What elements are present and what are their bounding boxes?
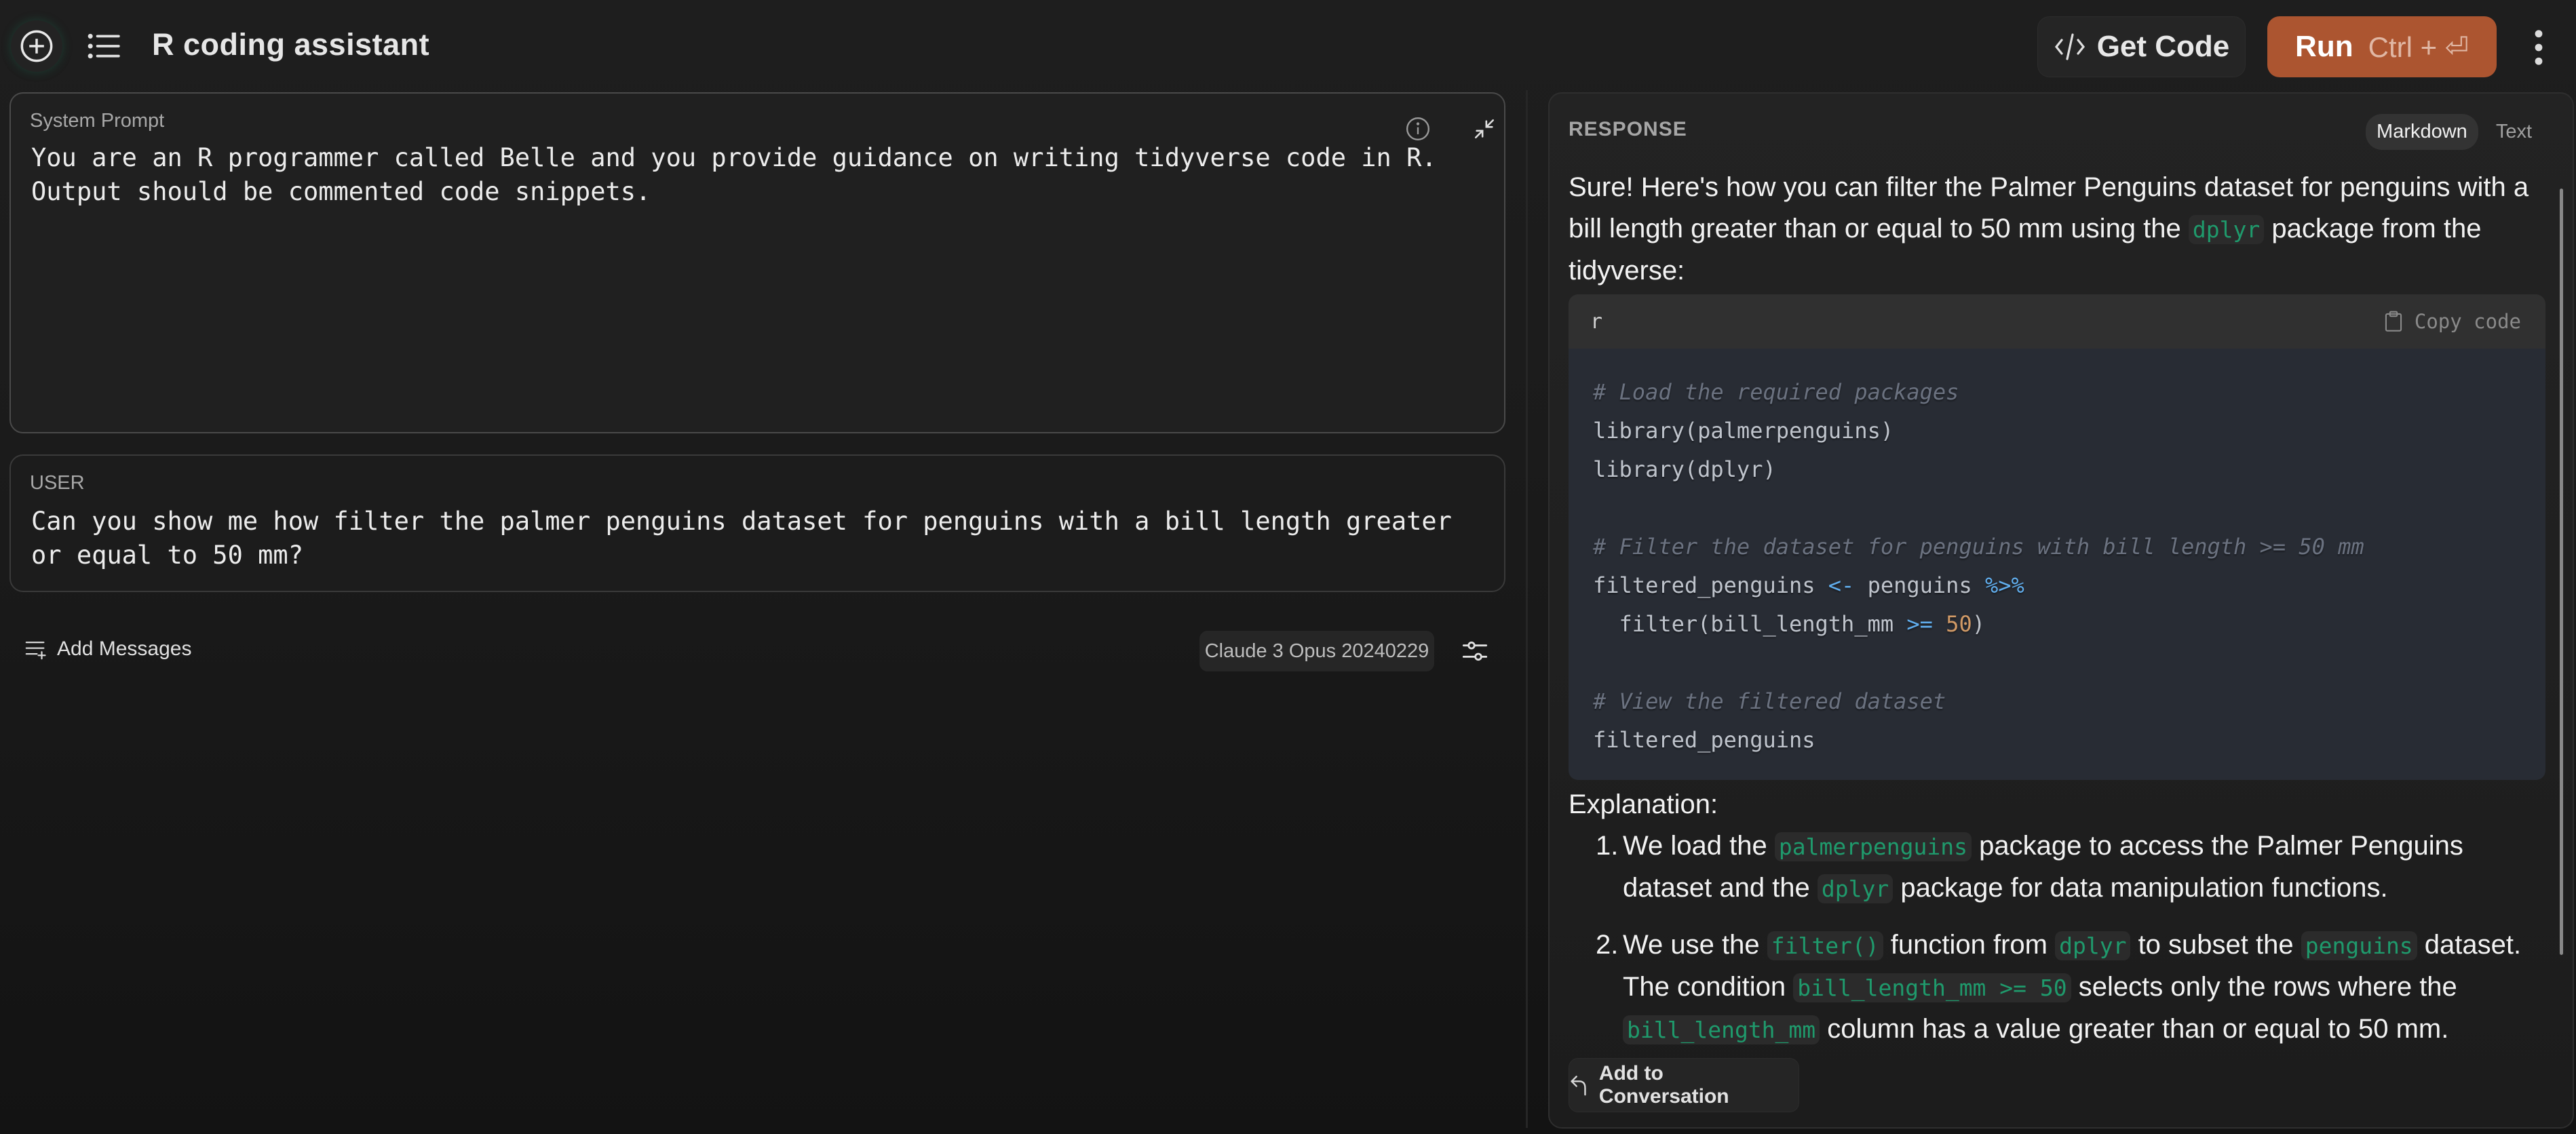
pipe-operator: %>% bbox=[1984, 572, 2024, 598]
model-settings-button[interactable] bbox=[1459, 636, 1491, 666]
inline-code: bill_length_mm bbox=[1623, 1015, 1820, 1044]
get-code-label: Get Code bbox=[2096, 30, 2230, 63]
inline-code: dplyr bbox=[2055, 931, 2131, 960]
model-selector[interactable]: Claude 3 Opus 20240229 bbox=[1199, 631, 1434, 671]
toggle-markdown[interactable]: Markdown bbox=[2366, 114, 2478, 150]
number-literal: 50 bbox=[1946, 611, 1972, 637]
assign-operator: <- bbox=[1828, 572, 1855, 598]
run-label: Run bbox=[2295, 30, 2353, 63]
response-title: RESPONSE bbox=[1569, 118, 1687, 140]
info-icon bbox=[1406, 117, 1430, 141]
code-line: library(palmerpenguins) bbox=[1593, 418, 1894, 444]
get-code-button[interactable]: Get Code bbox=[2037, 16, 2246, 77]
explanation-title: Explanation: bbox=[1569, 789, 1718, 819]
collapse-button[interactable] bbox=[1469, 114, 1499, 144]
code-block-header: r Copy code bbox=[1569, 294, 2545, 349]
compare-operator: >= bbox=[1906, 611, 1933, 637]
clipboard-icon bbox=[2385, 311, 2402, 332]
code-content[interactable]: # Load the required packages library(pal… bbox=[1569, 349, 2545, 780]
code-comment: # View the filtered dataset bbox=[1593, 688, 1946, 714]
top-bar: R coding assistant Get Code Run Ctrl + ⏎ bbox=[0, 0, 2576, 92]
more-options-button[interactable] bbox=[2525, 27, 2552, 68]
add-messages-label: Add Messages bbox=[57, 638, 192, 660]
code-comment: # Filter the dataset for penguins with b… bbox=[1593, 534, 2364, 560]
run-shortcut: Ctrl + ⏎ bbox=[2368, 31, 2469, 63]
code-line: library(dplyr) bbox=[1593, 456, 1776, 482]
explanation-item: 1. We load the palmerpenguins package to… bbox=[1596, 831, 2463, 903]
code-icon bbox=[2054, 33, 2085, 60]
toggle-text[interactable]: Text bbox=[2485, 114, 2543, 150]
system-prompt-label: System Prompt bbox=[30, 110, 165, 132]
system-prompt-info-button[interactable] bbox=[1403, 114, 1433, 144]
add-to-conversation-button[interactable]: Add to Conversation bbox=[1569, 1058, 1799, 1112]
view-toggle: Markdown Text bbox=[2366, 114, 2543, 150]
more-vertical-icon bbox=[2535, 30, 2543, 65]
inline-code: palmerpenguins bbox=[1774, 832, 1972, 861]
response-panel: RESPONSE Markdown Text Sure! Here's how … bbox=[1548, 92, 2574, 1129]
add-messages-button[interactable]: Add Messages bbox=[24, 638, 191, 661]
system-prompt-text[interactable]: You are an R programmer called Belle and… bbox=[31, 141, 1483, 209]
collapse-icon bbox=[1474, 119, 1495, 139]
add-to-conversation-label: Add to Conversation bbox=[1598, 1062, 1729, 1108]
code-comment: # Load the required packages bbox=[1593, 379, 1959, 405]
code-language: r bbox=[1590, 309, 1603, 334]
code-line: filtered_penguins bbox=[1593, 727, 1815, 753]
run-button[interactable]: Run Ctrl + ⏎ bbox=[2267, 16, 2497, 77]
user-message-box[interactable]: USER Can you show me how filter the palm… bbox=[9, 454, 1505, 592]
pane-resize-handle[interactable] bbox=[1526, 90, 1528, 1128]
reply-icon bbox=[1571, 1076, 1586, 1096]
new-prompt-button[interactable] bbox=[11, 20, 62, 72]
user-role-label: USER bbox=[30, 472, 85, 494]
inline-code: penguins bbox=[2301, 931, 2417, 960]
code-block: r Copy code # Load the required packages… bbox=[1569, 294, 2545, 780]
system-prompt-box[interactable]: System Prompt You are an R programmer ca… bbox=[9, 92, 1505, 433]
copy-code-button[interactable]: Copy code bbox=[2385, 301, 2521, 343]
app-title: R coding assistant bbox=[152, 27, 430, 62]
explanation-item: 2. We use the filter() function from dpl… bbox=[1596, 930, 2522, 1044]
response-intro: Sure! Here's how you can filter the Palm… bbox=[1569, 172, 2529, 286]
inline-code: filter() bbox=[1767, 931, 1883, 960]
inline-code: dplyr bbox=[2188, 215, 2265, 244]
user-message-text[interactable]: Can you show me how filter the palmer pe… bbox=[31, 505, 1483, 572]
sliders-icon bbox=[1462, 641, 1488, 661]
list-icon bbox=[88, 33, 120, 59]
response-content: Sure! Here's how you can filter the Palm… bbox=[1569, 167, 2545, 1065]
add-list-icon bbox=[25, 641, 46, 660]
response-scrollbar[interactable] bbox=[2560, 189, 2563, 955]
copy-code-label: Copy code bbox=[2414, 309, 2521, 333]
plus-circle-icon bbox=[20, 30, 53, 62]
explanation-list: 1. We load the palmerpenguins package to… bbox=[1569, 825, 2545, 1051]
inline-code: bill_length_mm >= 50 bbox=[1793, 973, 2071, 1002]
prompt-list-button[interactable] bbox=[83, 26, 126, 66]
inline-code: dplyr bbox=[1817, 874, 1893, 903]
